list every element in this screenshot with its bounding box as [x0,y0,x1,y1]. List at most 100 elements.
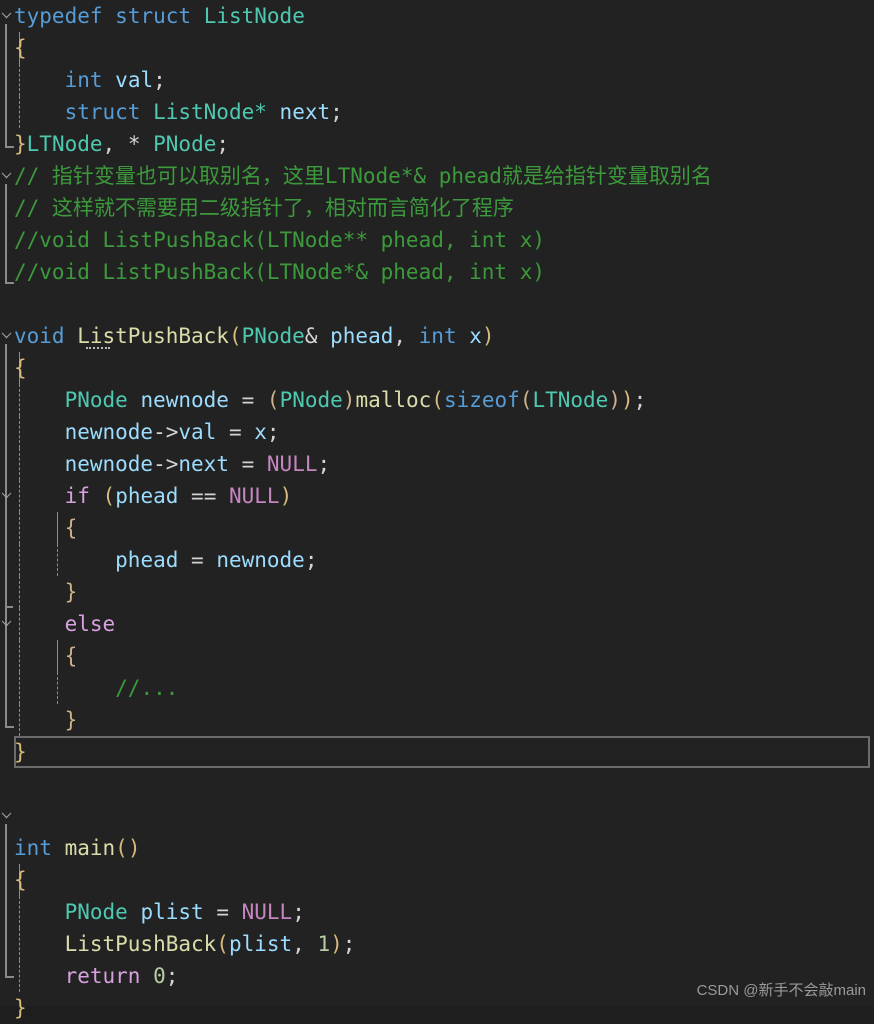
token-function: main [64,836,116,860]
token-punct: , [292,932,318,956]
token-keyword: struct [115,4,192,28]
token-punct: ; [292,900,305,924]
token-operator: = [228,388,267,412]
code-line[interactable]: newnode->val = x; [0,416,874,448]
code-line[interactable]: PNode plist = NULL; [0,896,874,928]
code-line[interactable]: PNode newnode = (PNode)malloc(sizeof(LTN… [0,384,874,416]
code-line[interactable]: //... [0,672,874,704]
token-punct: ) [279,484,293,508]
token-punct: ) [608,388,621,412]
token-keyword: sizeof [443,388,520,412]
token-comment: // 这样就不需要用二级指针了，相对而言简化了程序 [14,196,514,220]
token-variable: newnode [64,420,154,444]
code-line[interactable]: else [0,608,874,640]
code-line[interactable]: phead = newnode; [0,544,874,576]
code-editor[interactable]: typedef struct ListNode { int val; struc… [0,0,874,1020]
fold-chevron-icon[interactable] [1,10,13,22]
fold-gutter[interactable] [0,0,14,1006]
token-type: PNode [279,388,343,412]
code-content[interactable]: typedef struct ListNode { int val; struc… [0,0,874,1024]
fold-region-foot [5,282,14,284]
code-line[interactable]: { [0,864,874,896]
code-line[interactable]: { [0,512,874,544]
token-number: 1 [317,932,331,956]
code-line[interactable]: //void ListPushBack(LTNode** phead, int … [0,224,874,256]
token-variable: plist [228,932,293,956]
token-macro: NULL [266,452,318,476]
code-line-active[interactable]: } [0,736,874,768]
token-brace: { [14,356,27,380]
token-punct: , [102,132,116,156]
code-line[interactable]: { [0,352,874,384]
fold-region-bar [5,24,7,146]
token-operator: -> [153,452,179,476]
token-operator: == [178,484,229,508]
fold-region-bar [5,824,7,976]
token-punct: ; [266,420,280,444]
token-brace: { [64,516,78,540]
token-operator: = [228,452,267,476]
fold-chevron-icon[interactable] [1,618,13,630]
token-control: return [64,964,141,988]
token-variable: next [279,100,331,124]
code-line[interactable]: }LTNode, * PNode; [0,128,874,160]
code-line[interactable] [0,288,874,320]
token-comment: //void ListPushBack(LTNode*& phead, int … [14,260,546,284]
code-line[interactable]: // 这样就不需要用二级指针了，相对而言简化了程序 [0,192,874,224]
token-punct: ; [165,964,179,988]
fold-chevron-icon[interactable] [1,490,13,502]
token-function: ListPushBack [77,324,229,348]
token-punct: ) [342,388,356,412]
code-line[interactable] [0,768,874,800]
token-type: ListNode [203,4,305,28]
token-field: val [178,420,217,444]
token-brace: } [64,580,78,604]
code-line[interactable]: } [0,704,874,736]
token-punct: , [393,324,419,348]
token-comment: // 指针变量也可以取别名，这里LTNode*& phead就是给指针变量取别名 [14,164,712,188]
token-operator: = [216,420,255,444]
code-line[interactable]: int val; [0,64,874,96]
code-line[interactable]: typedef struct ListNode [0,0,874,32]
code-line[interactable]: struct ListNode* next; [0,96,874,128]
token-keyword: int [14,836,52,860]
code-line[interactable]: { [0,32,874,64]
fold-region-foot [5,146,14,148]
code-line[interactable]: ListPushBack(plist, 1); [0,928,874,960]
token-brace: { [64,644,78,668]
code-line[interactable]: } [0,576,874,608]
code-line[interactable]: { [0,640,874,672]
token-keyword: int [64,68,103,92]
token-punct: ; [633,388,647,412]
token-punct: ( [431,388,444,412]
code-line[interactable]: newnode->next = NULL; [0,448,874,480]
code-line[interactable]: if (phead == NULL) [0,480,874,512]
token-type: PNode [241,324,305,348]
token-number: 0 [153,964,166,988]
quick-action-hint-icon[interactable] [86,347,110,349]
token-variable: plist [140,900,204,924]
token-variable: val [115,68,154,92]
token-punct: ; [342,932,356,956]
token-type: ListNode* [153,100,267,124]
token-keyword: typedef [14,4,103,28]
token-brace: } [14,996,27,1020]
token-keyword: int [418,324,457,348]
code-line[interactable] [0,800,874,832]
token-punct: * [127,132,141,156]
fold-chevron-icon[interactable] [1,330,13,342]
code-line[interactable]: int main() [0,832,874,864]
fold-region-tick [5,606,13,608]
fold-region-bar [5,184,7,282]
token-punct: ( [216,932,229,956]
code-line[interactable]: //void ListPushBack(LTNode*& phead, int … [0,256,874,288]
token-variable: x [254,420,267,444]
fold-region-foot [5,726,14,728]
code-line[interactable]: void ListPushBack(PNode& phead, int x) [0,320,874,352]
token-variable: newnode [140,388,229,412]
code-line[interactable]: // 指针变量也可以取别名，这里LTNode*& phead就是给指针变量取别名 [0,160,874,192]
fold-chevron-icon[interactable] [1,170,13,182]
fold-chevron-icon[interactable] [1,810,13,822]
token-punct: ; [317,452,331,476]
token-variable: phead [115,484,179,508]
